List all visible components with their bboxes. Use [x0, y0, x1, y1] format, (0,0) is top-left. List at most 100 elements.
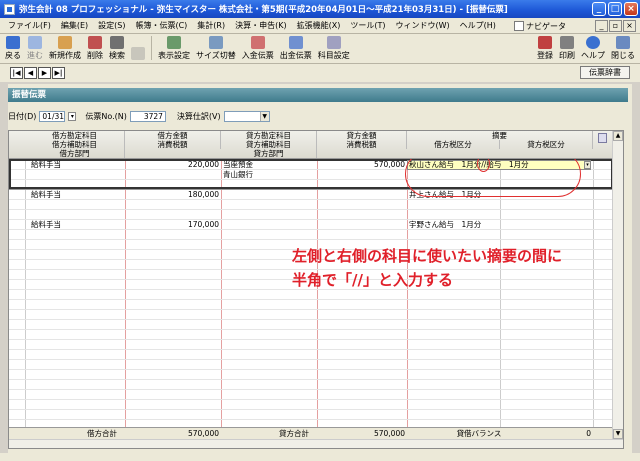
toolbar: 戻る 進む 新規作成 削除 検索 表示設定 サイズ切替 入金伝票 出金伝票 科目…: [0, 34, 640, 64]
size-toggle-button[interactable]: サイズ切替: [193, 36, 239, 61]
chevron-down-icon: ▼: [259, 111, 269, 121]
title-bar: 弥生会計 08 プロフェッショナル - 弥生マイスター 株式会社・第5期(平成2…: [0, 0, 640, 18]
register-button[interactable]: 登録: [534, 36, 556, 61]
header-credit-dept: 貸方部門: [221, 149, 317, 158]
row3-memo[interactable]: 宇野さん給与 1月分: [409, 220, 481, 230]
forward-arrow-icon: [28, 36, 42, 49]
annotation-line-2: 半角で「//」と入力する: [292, 271, 453, 289]
row1-debit-account[interactable]: 給料手当: [31, 160, 61, 170]
menu-edit[interactable]: 編集(E): [56, 20, 93, 31]
grid-rowline: [9, 209, 613, 210]
scroll-down-icon[interactable]: ▼: [613, 429, 623, 439]
menu-reports[interactable]: 集計(R): [192, 20, 230, 31]
menu-extensions[interactable]: 拡張機能(X): [292, 20, 346, 31]
grid-rowline: [9, 239, 613, 240]
grid-rowline: [9, 389, 613, 390]
maximize-button[interactable]: □: [608, 2, 622, 16]
print-icon: [560, 36, 574, 49]
status-bar: [0, 453, 640, 461]
header-credit-amount: 貸方金額: [317, 131, 407, 140]
slip-form-row: 日付(D) 01/31 ▾ 伝票No.(N) 3727 決算仕訳(V) ▼: [8, 108, 632, 124]
closing-entry-label: 決算仕訳(V): [176, 111, 221, 121]
date-spinner-icon[interactable]: ▾: [68, 111, 77, 121]
help-button[interactable]: ヘルプ: [578, 36, 608, 61]
grid-rowline: [9, 399, 613, 400]
close-button[interactable]: 閉じる: [608, 36, 638, 61]
row1-credit-sub[interactable]: 青山銀行: [223, 170, 253, 180]
scroll-up-icon[interactable]: ▲: [613, 131, 623, 141]
header-credit-sub: 貸方補助科目: [221, 140, 317, 149]
menu-help[interactable]: ヘルプ(H): [455, 20, 501, 31]
menu-file[interactable]: ファイル(F): [3, 20, 56, 31]
credit-total-value: 570,000: [373, 429, 405, 438]
annotation-line-1: 左側と右側の科目に使いたい摘要の間に: [292, 247, 563, 265]
credit-total-label: 貸方合計: [279, 429, 309, 438]
slip-no-field[interactable]: 3727: [129, 110, 166, 122]
header-debit-amount: 借方金額: [125, 131, 221, 140]
annotation-text: 左側と右側の科目に使いたい摘要の間に 半角で「//」と入力する: [292, 244, 612, 292]
memo-dropdown-icon[interactable]: ▾: [584, 161, 591, 169]
payment-slip-button[interactable]: 出金伝票: [277, 36, 315, 61]
menu-window[interactable]: ウィンドウ(W): [390, 20, 454, 31]
header-debit-tax: 消費税額: [125, 140, 221, 149]
display-settings-icon: [167, 36, 181, 49]
annotation-ellipse: [405, 159, 581, 197]
row1-debit-amount[interactable]: 220,000: [125, 160, 219, 170]
row3-debit-account[interactable]: 給料手当: [31, 220, 61, 230]
grid-rowline: [9, 339, 613, 340]
grid-rowline: [9, 369, 613, 370]
grid-rowline: [9, 199, 613, 200]
grid-header: 借方勘定科目 借方補助科目 借方部門 借方金額 消費税額 貸方勘定科目 貸方補助…: [9, 131, 613, 159]
section-title: 振替伝票: [8, 88, 628, 102]
vertical-scrollbar[interactable]: ▲ ▼: [612, 131, 623, 439]
closing-entry-select[interactable]: ▼: [223, 110, 270, 122]
row3-debit-amount[interactable]: 170,000: [125, 220, 219, 230]
close-window-button[interactable]: ×: [624, 2, 638, 16]
first-record-button[interactable]: |◀: [10, 67, 23, 79]
grid-rowline: [9, 349, 613, 350]
grid-rowline: [9, 219, 613, 220]
date-field[interactable]: 01/31: [39, 110, 66, 122]
memo-dictionary-icon[interactable]: [598, 133, 607, 143]
row2-debit-amount[interactable]: 180,000: [125, 190, 219, 200]
balance-label: 貸借バランス: [456, 429, 502, 438]
mdi-restore-button[interactable]: ▫: [609, 20, 622, 32]
slip-dictionary-button[interactable]: 伝票辞書: [580, 66, 630, 79]
row2-debit-account[interactable]: 給料手当: [31, 190, 61, 200]
last-record-button[interactable]: ▶|: [52, 67, 65, 79]
navigator-toggle[interactable]: ナビゲータ: [514, 20, 566, 32]
search-button[interactable]: 検索: [106, 36, 128, 61]
new-document-icon: [58, 36, 72, 49]
mdi-minimize-button[interactable]: _: [595, 20, 608, 32]
grid-rowline: [9, 229, 613, 230]
display-settings-button[interactable]: 表示設定: [155, 36, 193, 61]
register-icon: [538, 36, 552, 49]
menu-closing[interactable]: 決算・申告(K): [230, 20, 292, 31]
delete-button[interactable]: 削除: [84, 36, 106, 61]
grid-rowline: [9, 309, 613, 310]
next-record-button[interactable]: ▶: [38, 67, 51, 79]
menu-tools[interactable]: ツール(T): [345, 20, 390, 31]
debit-total-label: 借方合計: [87, 429, 117, 438]
row1-credit-amount[interactable]: 570,000: [317, 160, 405, 170]
size-toggle-icon: [208, 36, 223, 49]
date-label: 日付(D): [8, 111, 37, 121]
prev-record-button[interactable]: ◀: [24, 67, 37, 79]
menu-books[interactable]: 帳簿・伝票(C): [130, 20, 192, 31]
disabled-tool-button[interactable]: [128, 47, 148, 61]
new-button[interactable]: 新規作成: [46, 36, 84, 61]
mdi-close-button[interactable]: ×: [623, 20, 636, 32]
receipt-slip-button[interactable]: 入金伝票: [239, 36, 277, 61]
header-credit-account: 貸方勘定科目: [221, 131, 317, 140]
menu-settings[interactable]: 設定(S): [93, 20, 130, 31]
row1-credit-account[interactable]: 当座預金: [223, 160, 253, 170]
grid-rowline: [9, 319, 613, 320]
minimize-button[interactable]: _: [592, 2, 606, 16]
forward-button[interactable]: 進む: [24, 36, 46, 61]
account-settings-button[interactable]: 科目設定: [315, 36, 353, 61]
horizontal-scrollbar[interactable]: [9, 439, 623, 448]
back-button[interactable]: 戻る: [2, 36, 24, 61]
toolbar-separator: [151, 35, 152, 60]
header-credit-taxclass: 貸方税区分: [500, 140, 593, 149]
print-button[interactable]: 印刷: [556, 36, 578, 61]
